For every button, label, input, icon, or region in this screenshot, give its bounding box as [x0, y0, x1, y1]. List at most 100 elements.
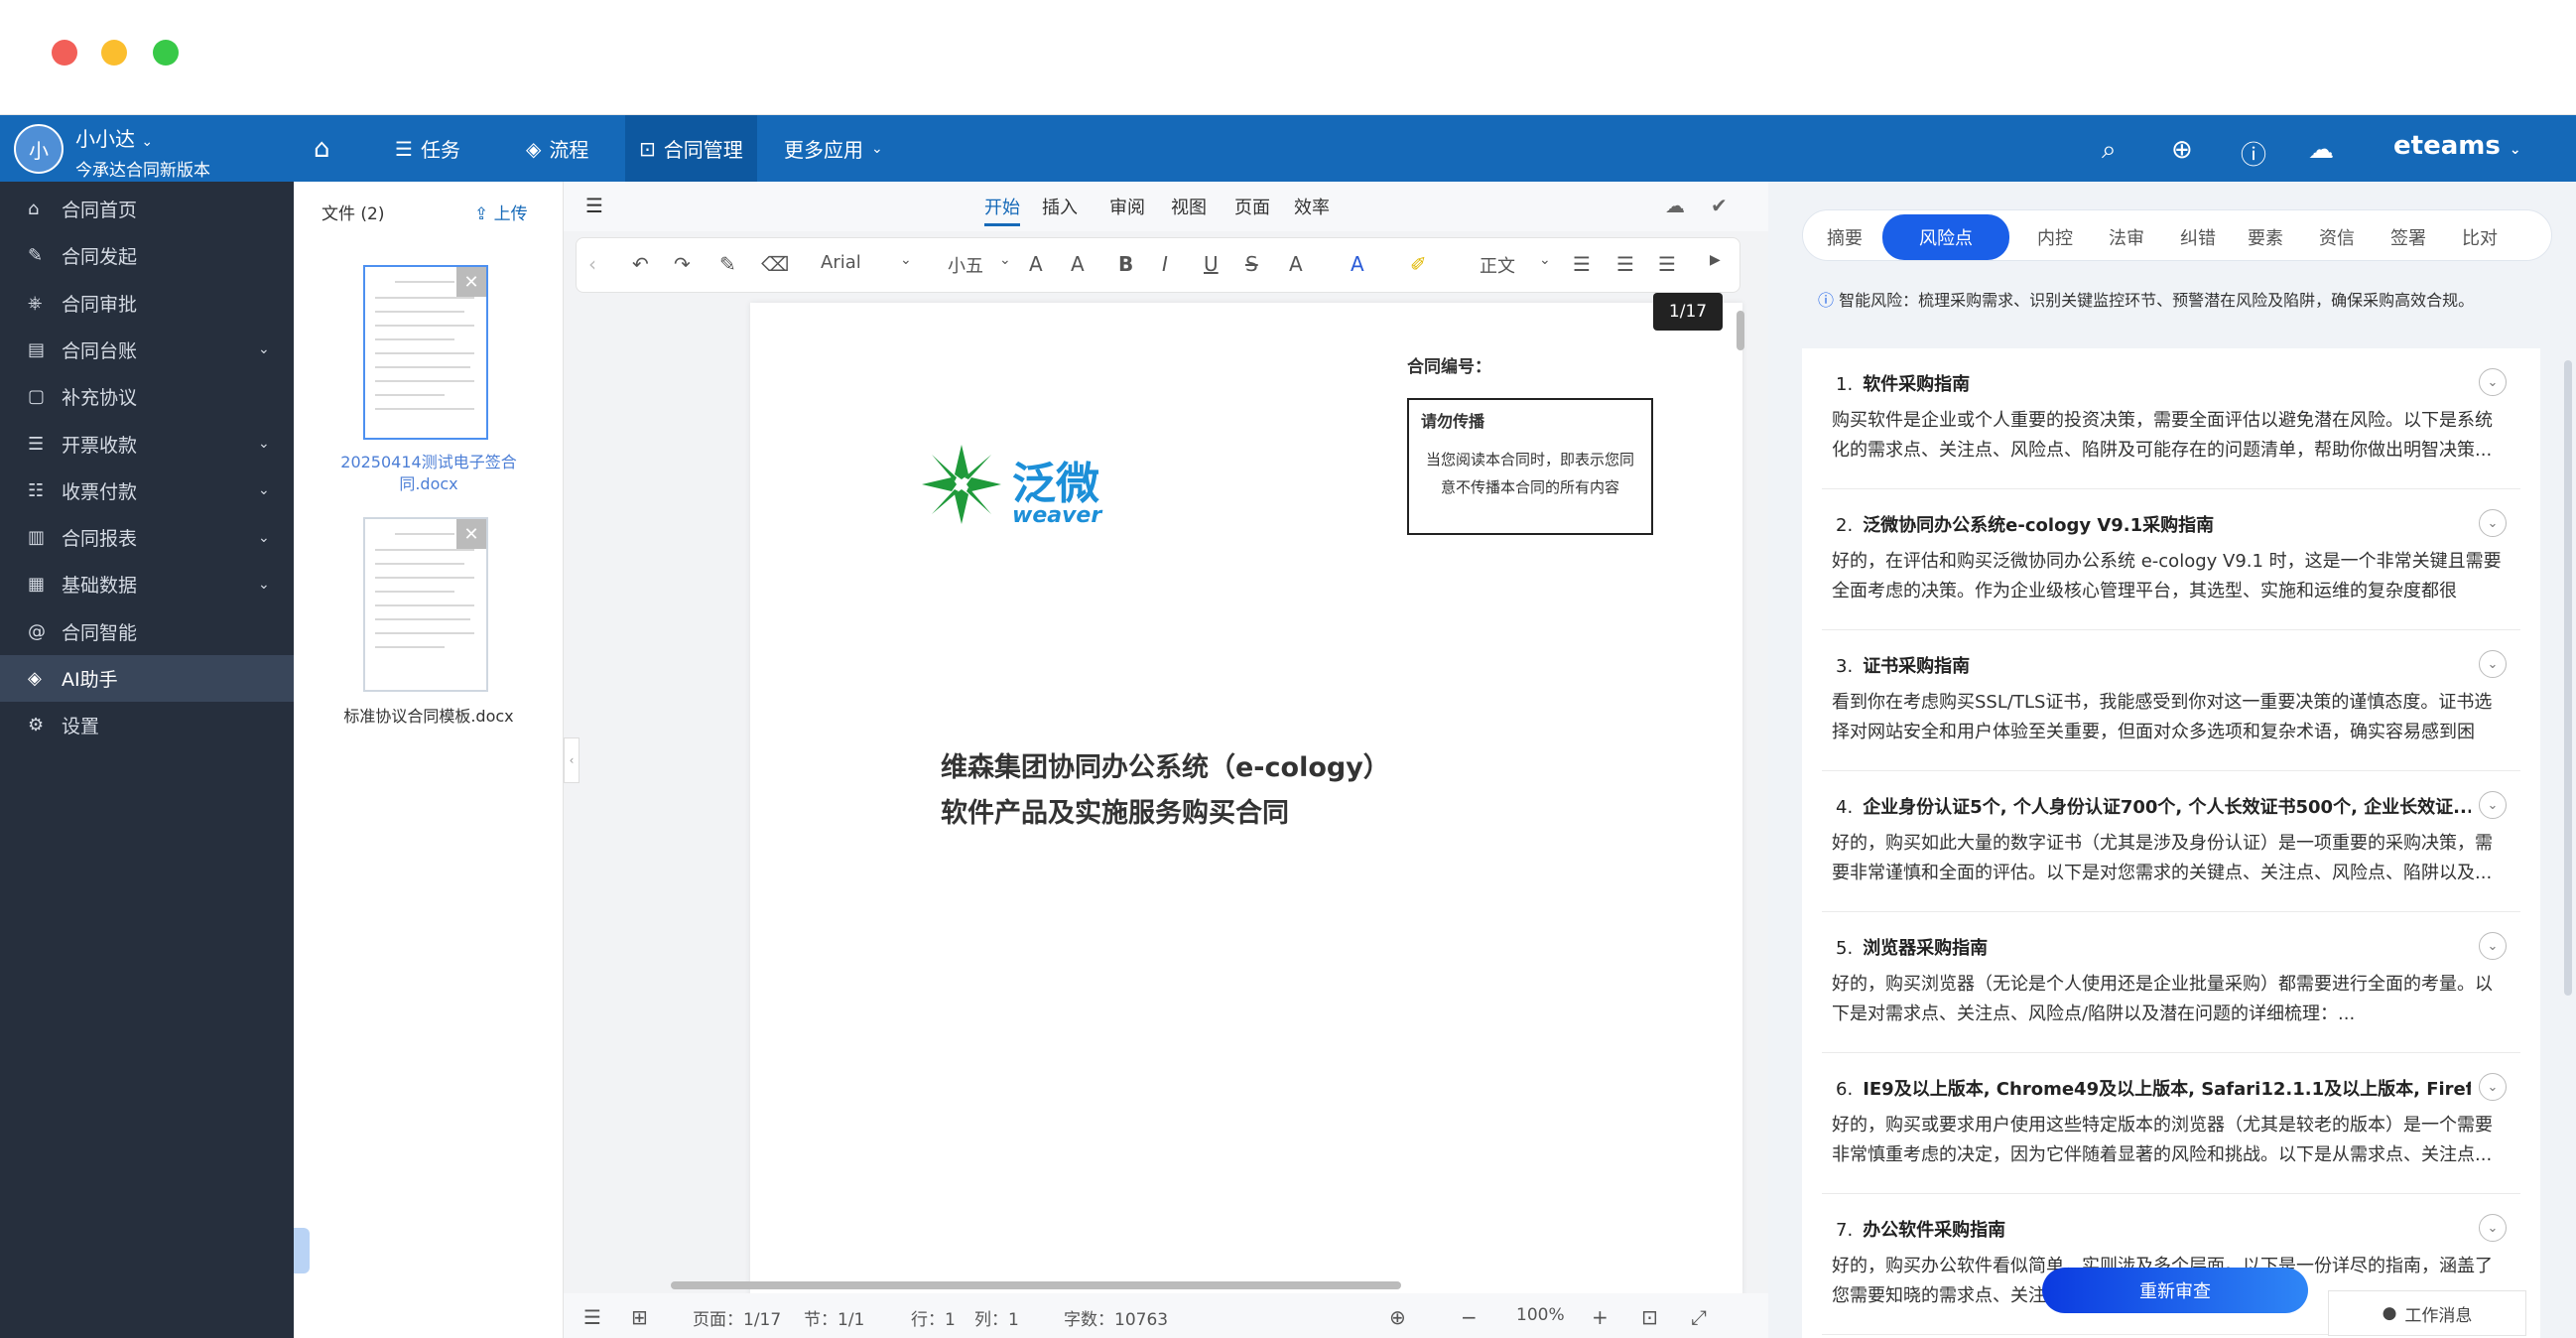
more-tools-icon[interactable]: ▶: [1710, 252, 1721, 268]
risk-item[interactable]: 3. 证书采购指南 ⌄ 看到你在考虑购买SSL/TLS证书，我能感受到你对这一重要决策…: [1822, 630, 2520, 771]
risk-tab[interactable]: 纠错: [2180, 224, 2216, 250]
editor-tab[interactable]: 插入: [1042, 194, 1078, 219]
file-thumbnail[interactable]: ✕: [363, 517, 488, 692]
file-name[interactable]: 20250414测试电子签合同.docx: [329, 452, 528, 495]
font-color-icon[interactable]: A: [1351, 252, 1364, 276]
chevron-down-icon[interactable]: ⌄: [2479, 509, 2507, 537]
user-info[interactable]: 小小达 ⌄ 今承达合同新版本: [75, 123, 210, 181]
maximize-window-button[interactable]: [153, 40, 179, 66]
re-review-button[interactable]: 重新审查: [2042, 1268, 2308, 1313]
fit-page-icon[interactable]: ⊡: [1641, 1305, 1658, 1329]
highlight-icon[interactable]: ✐: [1410, 252, 1427, 276]
expand-handle[interactable]: ‹: [564, 737, 580, 783]
strikethrough-icon[interactable]: S: [1245, 252, 1258, 276]
font-shrink-icon[interactable]: A: [1071, 252, 1085, 276]
italic-icon[interactable]: I: [1162, 252, 1168, 276]
superscript-icon[interactable]: A: [1289, 252, 1303, 276]
sidebar-item[interactable]: ◈ AI助手: [0, 655, 294, 702]
outline-icon[interactable]: ☰: [583, 1305, 601, 1329]
font-size-select[interactable]: 小五: [948, 252, 983, 278]
file-name[interactable]: 标准协议合同模板.docx: [329, 706, 528, 728]
zoom-out-icon[interactable]: −: [1461, 1305, 1478, 1329]
risk-item[interactable]: 4. 企业身份认证5个, 个人身份认证700个, 个人长效证书500个, 企业长效…: [1822, 771, 2520, 912]
horizontal-scrollbar[interactable]: [671, 1281, 1401, 1289]
close-icon[interactable]: ✕: [456, 519, 486, 549]
chevron-down-icon[interactable]: ⌄: [2479, 368, 2507, 396]
zoom-level[interactable]: 100%: [1516, 1305, 1565, 1325]
nav-contract-management[interactable]: ⊡ 合同管理: [625, 115, 757, 182]
sidebar-item[interactable]: ☰ 开票收款 ⌄: [0, 421, 294, 468]
undo-icon[interactable]: ↶: [632, 252, 649, 276]
eraser-icon[interactable]: ⌫: [761, 252, 789, 276]
sidebar-item[interactable]: ✎ 合同发起: [0, 232, 294, 279]
align-right-icon[interactable]: ☰: [1658, 252, 1676, 276]
nav-flow[interactable]: ◈ 流程: [526, 115, 588, 182]
sidebar-item[interactable]: ⎈ 合同审批: [0, 280, 294, 327]
risk-tab[interactable]: 要素: [2248, 224, 2283, 250]
brand-logo[interactable]: eteams ⌄: [2393, 131, 2521, 161]
nav-more-apps[interactable]: 更多应用 ⌄: [784, 115, 883, 182]
zoom-in-icon[interactable]: +: [1592, 1305, 1609, 1329]
globe-icon[interactable]: ⊕: [1389, 1305, 1406, 1329]
editor-tab[interactable]: 效率: [1294, 194, 1330, 219]
sidebar-item[interactable]: ⌂ 合同首页: [0, 186, 294, 232]
chevron-down-icon[interactable]: ⌄: [2479, 1073, 2507, 1101]
file-thumbnail[interactable]: ✕: [363, 265, 488, 440]
sidebar-item[interactable]: ☷ 收票付款 ⌄: [0, 468, 294, 514]
risk-tab[interactable]: 摘要: [1827, 224, 1863, 250]
sidebar-item[interactable]: ▦ 基础数据 ⌄: [0, 561, 294, 607]
risk-item[interactable]: 1. 软件采购指南 ⌄ 购买软件是企业或个人重要的投资决策，需要全面评估以避免潜在风险…: [1822, 348, 2520, 489]
collapse-handle[interactable]: [294, 1228, 310, 1273]
chevron-down-icon[interactable]: ⌄: [2479, 650, 2507, 678]
sidebar-item[interactable]: @ 合同智能: [0, 608, 294, 655]
risk-item[interactable]: 5. 浏览器采购指南 ⌄ 好的，购买浏览器（无论是个人使用还是企业批量采购）都需要进行…: [1822, 912, 2520, 1053]
risk-tab[interactable]: 风险点: [1882, 214, 2009, 260]
risk-tab[interactable]: 比对: [2462, 224, 2498, 250]
close-icon[interactable]: ✕: [456, 267, 486, 297]
editor-tab[interactable]: 开始: [984, 194, 1020, 226]
underline-icon[interactable]: U: [1204, 252, 1219, 276]
font-select[interactable]: Arial: [821, 252, 861, 273]
editor-tab[interactable]: 审阅: [1109, 194, 1145, 219]
risk-list-scrollbar[interactable]: [2564, 360, 2572, 996]
risk-tab[interactable]: 内控: [2037, 224, 2073, 250]
risk-item[interactable]: 2. 泛微协同办公系统e-cology V9.1采购指南 ⌄ 好的，在评估和购买泛微协…: [1822, 489, 2520, 630]
vertical-scrollbar[interactable]: [1737, 311, 1744, 350]
chevron-down-icon[interactable]: ⌄: [2479, 932, 2507, 960]
work-message-button[interactable]: ● 工作消息: [2328, 1290, 2526, 1336]
nav-tasks[interactable]: ☰ 任务: [395, 115, 460, 182]
risk-tab[interactable]: 法审: [2109, 224, 2144, 250]
avatar[interactable]: 小: [14, 124, 64, 174]
chevron-left-icon[interactable]: ‹: [588, 252, 596, 276]
sidebar-item[interactable]: ▤ 合同台账 ⌄: [0, 327, 294, 373]
risk-tab[interactable]: 签署: [2390, 224, 2426, 250]
sidebar-item[interactable]: ⚙ 设置: [0, 702, 294, 748]
layout-icon[interactable]: ⊞: [631, 1305, 648, 1329]
align-center-icon[interactable]: ☰: [1616, 252, 1634, 276]
menu-icon[interactable]: ☰: [585, 194, 603, 217]
sidebar-item[interactable]: ▢ 补充协议: [0, 373, 294, 420]
redo-icon[interactable]: ↷: [674, 252, 691, 276]
chevron-down-icon[interactable]: ⌄: [2479, 1214, 2507, 1242]
document-page[interactable]: 合同编号： 请勿传播 当您阅读本合同时，即表示您同意不传播本合同的所有内容 泛微: [750, 303, 1742, 1295]
chevron-down-icon[interactable]: ⌄: [2479, 791, 2507, 819]
editor-tab[interactable]: 页面: [1234, 194, 1270, 219]
sidebar-item[interactable]: ▥ 合同报表 ⌄: [0, 514, 294, 561]
align-left-icon[interactable]: ☰: [1573, 252, 1591, 276]
editor-tab[interactable]: 视图: [1171, 194, 1207, 219]
cloud-icon[interactable]: ☁: [1665, 194, 1685, 217]
help-icon[interactable]: ⓘ: [2241, 135, 2266, 172]
font-grow-icon[interactable]: A: [1029, 252, 1043, 276]
search-icon[interactable]: ⌕: [2102, 135, 2117, 166]
cloud-upload-icon[interactable]: ☁: [2308, 135, 2334, 165]
upload-button[interactable]: ⇪ 上传: [474, 200, 528, 224]
risk-tab[interactable]: 资信: [2319, 224, 2355, 250]
format-painter-icon[interactable]: ✎: [719, 252, 736, 276]
minimize-window-button[interactable]: [101, 40, 127, 66]
risk-item[interactable]: 6. IE9及以上版本, Chrome49及以上版本, Safari12.1.1及…: [1822, 1053, 2520, 1194]
paragraph-style-select[interactable]: 正文: [1480, 252, 1515, 278]
home-icon[interactable]: ⌂: [314, 115, 330, 182]
bold-icon[interactable]: B: [1118, 252, 1133, 276]
close-window-button[interactable]: [52, 40, 77, 66]
add-icon[interactable]: ⊕: [2171, 135, 2193, 165]
